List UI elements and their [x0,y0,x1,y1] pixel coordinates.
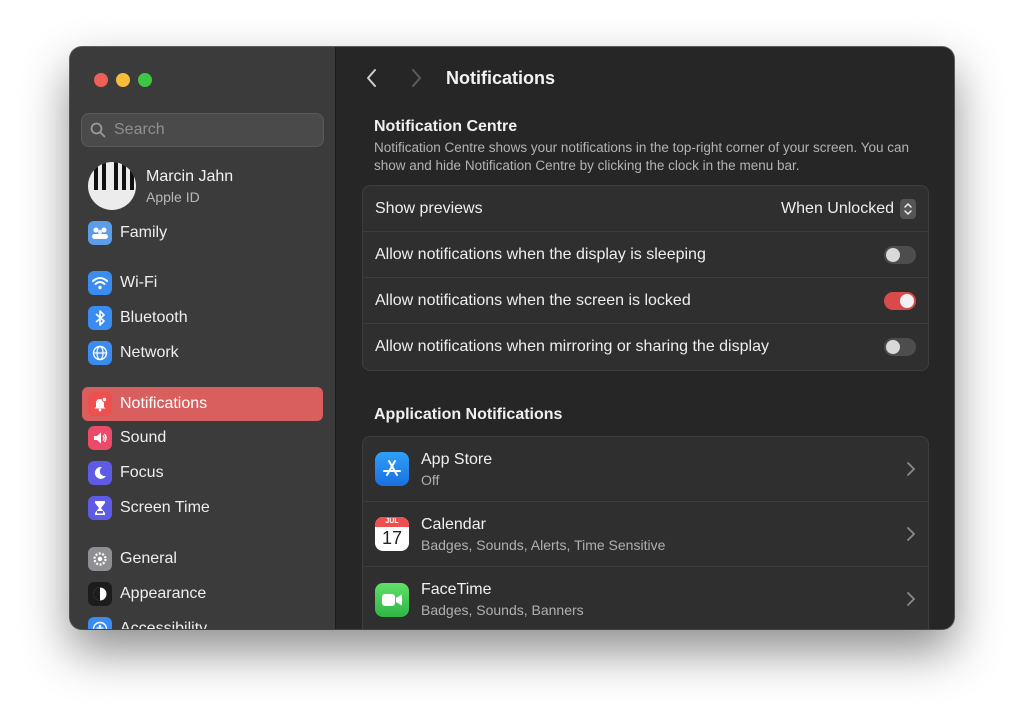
chevron-right-icon [907,592,916,606]
sidebar-item-bluetooth[interactable]: Bluetooth [82,301,323,335]
sidebar-item-wifi[interactable]: Wi-Fi [82,266,323,300]
sidebar-item-appearance[interactable]: Appearance [82,577,323,611]
show-previews-row: Show previews When Unlocked [363,186,928,232]
gear-icon [88,547,112,571]
search-placeholder: Search [114,121,165,138]
forward-button[interactable] [406,67,426,89]
wifi-icon [88,271,112,295]
sidebar-item-screen-time[interactable]: Screen Time [82,491,323,525]
back-button[interactable] [362,67,382,89]
close-button[interactable] [94,73,108,87]
toggle-row-screen-locked: Allow notifications when the screen is l… [363,278,928,324]
profile-name: Marcin Jahn [146,167,234,185]
toggle-label: Allow notifications when mirroring or sh… [375,338,769,355]
sidebar-item-label: Focus [120,464,164,481]
chevron-up-down-icon [900,198,916,219]
app-detail: Badges, Sounds, Banners [421,602,584,618]
window-controls [94,73,152,87]
sidebar-item-label: Network [120,344,179,361]
calendar-day: 17 [381,528,403,548]
notification-centre-settings: Show previews When Unlocked Allow notifi… [362,185,929,371]
appearance-icon [88,582,112,606]
app-name: FaceTime [421,581,492,598]
toggle-row-mirroring: Allow notifications when mirroring or sh… [363,324,928,370]
minimize-button[interactable] [116,73,130,87]
notification-centre-heading: Notification Centre [374,118,518,135]
screen-locked-toggle[interactable] [884,291,916,310]
toggle-label: Allow notifications when the screen is l… [375,291,691,309]
search-icon [90,122,106,138]
family-icon [88,221,112,245]
toggle-label: Allow notifications when the display is … [375,245,706,263]
calendar-icon: JUL 17 [375,517,409,551]
search-field[interactable]: Search [81,113,324,147]
show-previews-select[interactable]: When Unlocked [781,198,916,219]
toggle-row-display-sleeping: Allow notifications when the display is … [363,232,928,278]
sidebar-item-label: Appearance [120,585,207,602]
sidebar-item-family[interactable]: Family [82,216,323,250]
sidebar-item-label: Sound [120,429,167,446]
hourglass-icon [88,496,112,520]
bluetooth-icon [88,306,112,330]
sidebar-item-accessibility[interactable]: Accessibility [82,612,323,629]
accessibility-icon [88,617,112,629]
calendar-month: JUL [375,517,409,527]
sidebar: Search Marcin Jahn Apple ID Family Wi-Fi… [70,47,336,629]
application-notifications-heading: Application Notifications [374,406,563,423]
avatar [88,162,136,210]
display-sleeping-toggle[interactable] [884,245,916,264]
show-previews-value: When Unlocked [781,199,894,217]
sidebar-item-notifications[interactable]: Notifications [82,387,323,421]
sidebar-item-label: Accessibility [120,620,208,629]
app-detail: Off [421,471,440,488]
show-previews-label: Show previews [375,199,483,217]
app-name: App Store [421,450,493,468]
chevron-right-icon [907,527,916,541]
sidebar-item-label: Wi-Fi [120,274,158,291]
sidebar-item-focus[interactable]: Focus [82,456,323,490]
page-title: Notifications [446,68,556,88]
sidebar-item-label: Notifications [120,395,208,412]
apple-id-profile[interactable]: Marcin Jahn Apple ID [88,162,233,210]
sidebar-item-label: General [120,550,177,567]
moon-icon [88,461,112,485]
sidebar-item-network[interactable]: Network [82,336,323,370]
zoom-button[interactable] [138,73,152,87]
system-settings-window: Search Marcin Jahn Apple ID Family Wi-Fi… [70,47,954,629]
sidebar-item-general[interactable]: General [82,542,323,576]
app-store-icon [375,452,409,486]
sidebar-item-label: Screen Time [120,499,210,516]
application-notifications-list: App Store Off JUL 17 Calendar Badges, So… [362,436,929,629]
profile-subtitle: Apple ID [146,188,200,205]
sidebar-item-sound[interactable]: Sound [82,421,323,455]
bell-icon [88,392,112,416]
app-name: Calendar [421,515,486,533]
app-row-app-store[interactable]: App Store Off [363,437,928,502]
app-row-calendar[interactable]: JUL 17 Calendar Badges, Sounds, Alerts, … [363,502,928,567]
mirroring-toggle[interactable] [884,338,916,356]
facetime-icon [375,582,409,617]
chevron-right-icon [907,462,916,476]
speaker-icon [88,426,112,450]
notification-centre-description: Notification Centre shows your notificat… [374,140,910,173]
sidebar-item-label: Bluetooth [120,309,188,326]
main-pane: Notifications Notification Centre Notifi… [336,47,954,629]
app-row-facetime[interactable]: FaceTime Badges, Sounds, Banners [363,567,928,629]
app-detail: Badges, Sounds, Alerts, Time Sensitive [421,536,666,553]
globe-icon [88,341,112,365]
sidebar-item-label: Family [120,224,168,241]
